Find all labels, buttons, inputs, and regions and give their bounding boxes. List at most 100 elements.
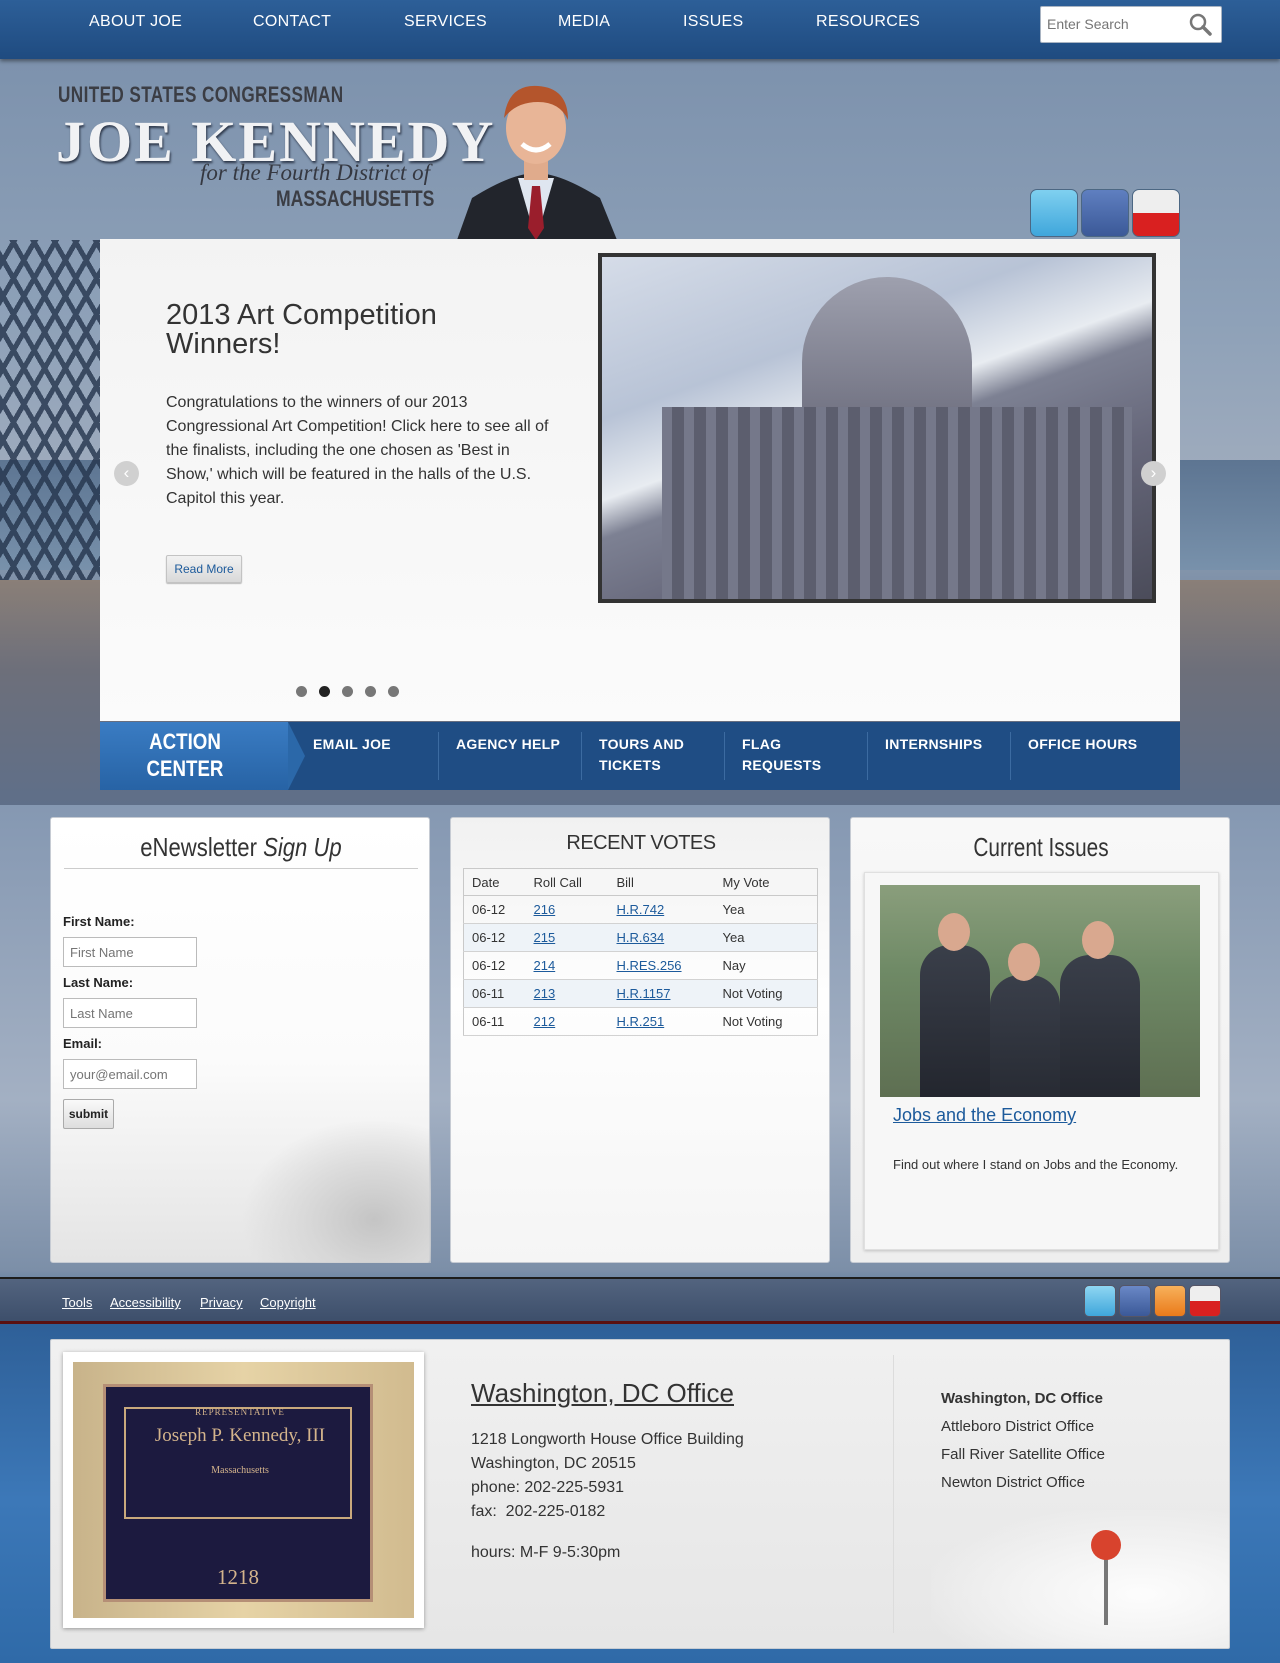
action-center-label: ACTION CENTER <box>146 729 224 781</box>
person-head <box>938 913 970 951</box>
vote-date: 06-12 <box>463 895 526 924</box>
office-list-attleboro[interactable]: Attleboro District Office <box>941 1418 1094 1435</box>
roll-call-link[interactable]: 213 <box>534 986 556 1001</box>
youtube-icon[interactable] <box>1132 189 1180 237</box>
issue-card: Jobs and the Economy Find out where I st… <box>864 872 1219 1250</box>
person-head <box>1008 943 1040 981</box>
nav-services[interactable]: SERVICES <box>404 13 487 31</box>
divider <box>724 732 725 780</box>
office-section: REPRESENTATIVE Joseph P. Kennedy, III Ma… <box>50 1339 1230 1649</box>
facebook-icon[interactable] <box>1081 189 1129 237</box>
nav-issues[interactable]: ISSUES <box>683 13 744 31</box>
office-list-dc[interactable]: Washington, DC Office <box>941 1390 1103 1407</box>
twitter-icon[interactable] <box>1030 189 1078 237</box>
plaque-border <box>124 1407 352 1519</box>
slider-dot-5[interactable] <box>388 686 399 697</box>
person-head <box>1082 921 1114 959</box>
roll-call-link[interactable]: 214 <box>534 958 556 973</box>
address-line-1: 1218 Longworth House Office Building <box>471 1431 744 1448</box>
nav-resources[interactable]: RESOURCES <box>816 13 920 31</box>
newsletter-title: eNewsletter Sign Up <box>80 832 403 863</box>
bill-link[interactable]: H.R.634 <box>617 930 665 945</box>
current-issues-title: Current Issues <box>973 832 1109 862</box>
newsletter-panel: eNewsletter Sign Up First Name: Last Nam… <box>50 817 431 1263</box>
congressman-portrait <box>457 85 617 240</box>
slider-dot-1[interactable] <box>296 686 307 697</box>
facebook-icon[interactable] <box>1119 1285 1151 1317</box>
plaque-name: Joseph P. Kennedy, III <box>154 1425 326 1446</box>
bridge-background <box>0 240 110 620</box>
search-box <box>1040 6 1222 43</box>
divider <box>867 732 868 780</box>
last-name-input[interactable] <box>63 998 197 1028</box>
capitol-columns <box>662 407 1132 599</box>
footer-link-copyright[interactable]: Copyright <box>260 1295 316 1310</box>
office-fax: fax: 202-225-0182 <box>471 1503 606 1520</box>
my-vote: Not Voting <box>714 979 818 1008</box>
action-agency-help[interactable]: AGENCY HELP <box>456 734 571 755</box>
issue-link[interactable]: Jobs and the Economy <box>893 1105 1076 1126</box>
nav-media[interactable]: MEDIA <box>558 13 610 31</box>
youtube-icon[interactable] <box>1189 1285 1221 1317</box>
roll-call-link[interactable]: 212 <box>534 1014 556 1029</box>
footer-link-privacy[interactable]: Privacy <box>200 1295 243 1310</box>
slider-dot-2[interactable] <box>319 686 330 697</box>
email-input[interactable] <box>63 1059 197 1089</box>
bill-link[interactable]: H.R.1157 <box>617 986 671 1001</box>
table-header-row: Date Roll Call Bill My Vote <box>463 868 818 896</box>
search-input[interactable] <box>1047 14 1187 34</box>
action-office-hours[interactable]: OFFICE HOURS <box>1028 734 1148 755</box>
pen-image <box>241 1118 431 1263</box>
action-tours-tickets[interactable]: TOURS AND TICKETS <box>599 734 699 776</box>
capitol-dome <box>802 277 972 427</box>
slider-dot-3[interactable] <box>342 686 353 697</box>
roll-call-link[interactable]: 216 <box>534 902 556 917</box>
bill-link[interactable]: H.RES.256 <box>617 958 682 973</box>
office-title[interactable]: Washington, DC Office <box>471 1378 734 1409</box>
table-row: 06-12 214 H.RES.256 Nay <box>463 951 818 980</box>
bill-link[interactable]: H.R.742 <box>617 902 665 917</box>
current-issues-panel: Current Issues Jobs and the Economy Find… <box>850 817 1230 1263</box>
rss-icon[interactable] <box>1154 1285 1186 1317</box>
roll-call-link[interactable]: 215 <box>534 930 556 945</box>
top-nav: ABOUT JOE CONTACT SERVICES MEDIA ISSUES … <box>0 0 1280 59</box>
footer-link-accessibility[interactable]: Accessibility <box>110 1295 181 1310</box>
recent-votes-title: RECENT VOTES <box>566 832 716 854</box>
slider-next-arrow[interactable]: › <box>1141 461 1166 486</box>
footer-link-tools[interactable]: Tools <box>62 1295 92 1310</box>
recent-votes-panel: RECENT VOTES Date Roll Call Bill My Vote… <box>450 817 830 1263</box>
table-row: 06-11 213 H.R.1157 Not Voting <box>463 979 818 1008</box>
col-bill: Bill <box>608 868 715 896</box>
vote-date: 06-11 <box>463 979 526 1008</box>
submit-button[interactable]: submit <box>63 1099 114 1129</box>
capitol-image <box>598 253 1156 603</box>
office-list-newton[interactable]: Newton District Office <box>941 1474 1085 1491</box>
office-plaque: REPRESENTATIVE Joseph P. Kennedy, III Ma… <box>103 1384 373 1602</box>
action-center-bar: ACTION CENTER EMAIL JOE AGENCY HELP TOUR… <box>100 722 1180 790</box>
read-more-button[interactable]: Read More <box>166 555 242 583</box>
divider <box>893 1355 894 1633</box>
office-hours: hours: M-F 9-5:30pm <box>471 1544 621 1561</box>
office-list-fall-river[interactable]: Fall River Satellite Office <box>941 1446 1105 1463</box>
action-flag-requests[interactable]: FLAG REQUESTS <box>742 734 832 776</box>
first-name-input[interactable] <box>63 937 197 967</box>
newsletter-title-a: eNewsletter <box>140 832 257 862</box>
search-icon[interactable] <box>1187 11 1215 39</box>
divider <box>64 868 418 869</box>
table-row: 06-11 212 H.R.251 Not Voting <box>463 1007 818 1036</box>
action-email-joe[interactable]: EMAIL JOE <box>313 734 423 755</box>
twitter-icon[interactable] <box>1084 1285 1116 1317</box>
office-address: 1218 Longworth House Office Building Was… <box>471 1428 744 1524</box>
divider <box>581 732 582 780</box>
nav-contact[interactable]: CONTACT <box>253 13 331 31</box>
nav-about-joe[interactable]: ABOUT JOE <box>89 13 182 31</box>
pin-stem <box>1104 1555 1108 1625</box>
action-internships[interactable]: INTERNSHIPS <box>885 734 1005 755</box>
slider-prev-arrow[interactable]: ‹ <box>114 461 139 486</box>
header-subtitle: for the Fourth District of <box>200 160 430 185</box>
slider-dot-4[interactable] <box>365 686 376 697</box>
vote-date: 06-11 <box>463 1007 526 1036</box>
my-vote: Yea <box>714 895 818 924</box>
person-figure <box>990 975 1060 1097</box>
bill-link[interactable]: H.R.251 <box>617 1014 665 1029</box>
